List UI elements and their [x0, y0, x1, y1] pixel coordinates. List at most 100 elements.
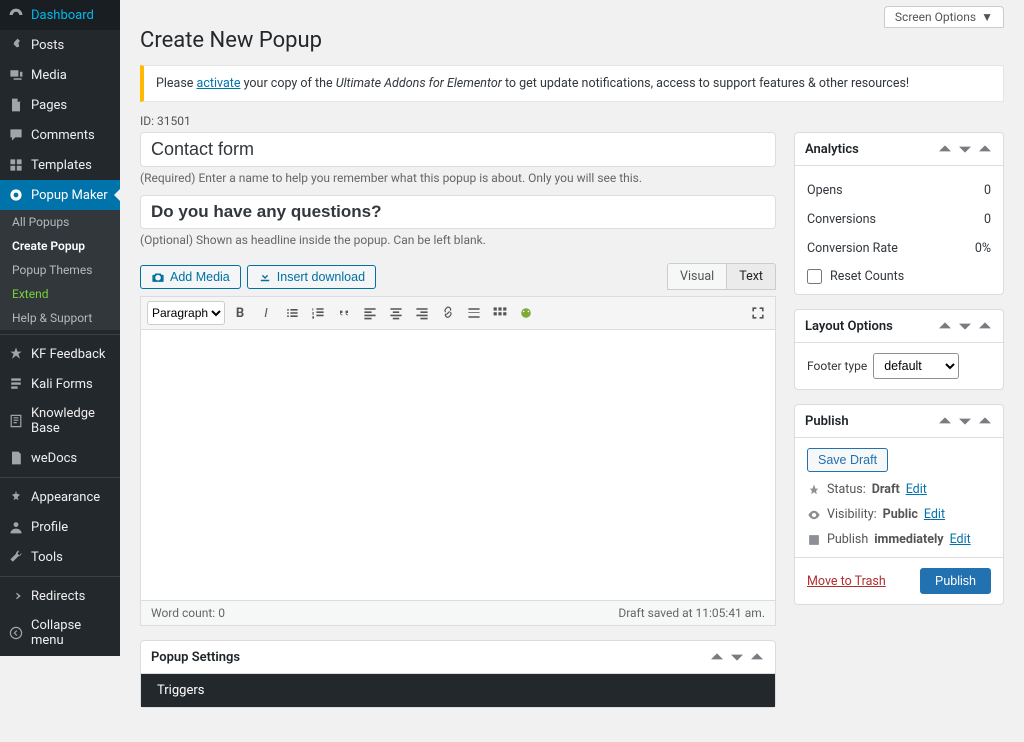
add-media-button[interactable]: Add Media: [140, 265, 241, 289]
sidebar-item-popup-maker[interactable]: Popup Maker: [0, 180, 120, 210]
pin-icon: [807, 483, 821, 497]
sidebar-item-redirects[interactable]: Redirects: [0, 581, 120, 611]
sidebar-item-label: Posts: [31, 38, 64, 53]
sidebar-item-knowledge-base[interactable]: Knowledge Base: [0, 399, 120, 443]
link-button[interactable]: [437, 302, 459, 324]
edit-visibility-link[interactable]: Edit: [924, 507, 945, 522]
sidebar-item-pages[interactable]: Pages: [0, 90, 120, 120]
panel-move-down-button[interactable]: [957, 413, 973, 429]
reset-counts-label: Reset Counts: [830, 269, 904, 284]
page-icon: [8, 97, 24, 113]
analytics-panel: Analytics Opens0 Conversions0 Conversion…: [794, 132, 1004, 295]
fullscreen-button[interactable]: [747, 302, 769, 324]
popup-name-input[interactable]: [140, 132, 776, 167]
popup-name-hint: (Required) Enter a name to help you reme…: [140, 171, 776, 185]
sidebar-item-label: Media: [31, 68, 67, 83]
main-content: Screen Options ▼ Create New Popup Please…: [120, 0, 1024, 742]
panel-toggle-button[interactable]: [977, 413, 993, 429]
publish-panel: Publish Save Draft Status: Draft Edit: [794, 404, 1004, 605]
sidebar-item-profile[interactable]: Profile: [0, 512, 120, 542]
sidebar-item-kali-forms[interactable]: Kali Forms: [0, 369, 120, 399]
editor-tab-visual[interactable]: Visual: [667, 263, 726, 290]
popup-settings-title: Popup Settings: [151, 650, 240, 665]
rate-label: Conversion Rate: [807, 241, 898, 256]
number-list-button[interactable]: [307, 302, 329, 324]
sidebar-item-templates[interactable]: Templates: [0, 150, 120, 180]
visibility-value: Public: [883, 507, 918, 522]
panel-toggle-button[interactable]: [977, 318, 993, 334]
panel-toggle-button[interactable]: [977, 141, 993, 157]
bullet-list-button[interactable]: [281, 302, 303, 324]
sidebar-item-label: KF Feedback: [31, 347, 106, 362]
readmore-button[interactable]: [463, 302, 485, 324]
conversions-value: 0: [984, 212, 991, 227]
save-draft-button[interactable]: Save Draft: [807, 448, 888, 472]
sidebar-item-media[interactable]: Media: [0, 60, 120, 90]
opens-label: Opens: [807, 183, 843, 198]
panel-move-up-button[interactable]: [709, 649, 725, 665]
reset-counts-checkbox[interactable]: [807, 269, 822, 284]
align-left-button[interactable]: [359, 302, 381, 324]
panel-move-down-button[interactable]: [957, 141, 973, 157]
popup-settings-tab-triggers[interactable]: Triggers: [141, 674, 220, 707]
submenu-item-create-popup[interactable]: Create Popup: [0, 234, 120, 258]
collapse-icon: [8, 625, 24, 641]
panel-move-down-button[interactable]: [729, 649, 745, 665]
sidebar-item-label: Knowledge Base: [31, 406, 112, 436]
sidebar-item-kf-feedback[interactable]: KF Feedback: [0, 339, 120, 369]
sidebar-item-tools[interactable]: Tools: [0, 542, 120, 572]
footer-type-select[interactable]: default: [873, 353, 959, 379]
screen-options-button[interactable]: Screen Options ▼: [884, 6, 1004, 28]
submenu-item-all-popups[interactable]: All Popups: [0, 210, 120, 234]
panel-toggle-button[interactable]: [749, 649, 765, 665]
edit-schedule-link[interactable]: Edit: [950, 532, 971, 547]
profile-icon: [8, 519, 24, 535]
splitter-button[interactable]: [515, 302, 537, 324]
publish-button[interactable]: Publish: [920, 568, 991, 594]
templates-icon: [8, 157, 24, 173]
submenu-item-help-&-support[interactable]: Help & Support: [0, 306, 120, 330]
align-right-button[interactable]: [411, 302, 433, 324]
submenu-item-popup-themes[interactable]: Popup Themes: [0, 258, 120, 282]
submenu-item-extend[interactable]: Extend: [0, 282, 120, 306]
activate-link[interactable]: activate: [197, 76, 241, 91]
rate-value: 0%: [975, 241, 991, 256]
footer-type-label: Footer type: [807, 359, 867, 373]
sidebar-item-wedocs[interactable]: weDocs: [0, 443, 120, 473]
sidebar-item-collapse-menu[interactable]: Collapse menu: [0, 611, 120, 655]
edit-status-link[interactable]: Edit: [906, 482, 927, 497]
popup-headline-input[interactable]: [140, 195, 776, 229]
format-select[interactable]: Paragraph: [147, 301, 225, 325]
insert-download-button[interactable]: Insert download: [247, 265, 376, 289]
blockquote-button[interactable]: [333, 302, 355, 324]
panel-move-up-button[interactable]: [937, 318, 953, 334]
popup-settings-panel: Popup Settings Triggers: [140, 640, 776, 708]
page-title: Create New Popup: [140, 28, 1004, 53]
toolbar-toggle-button[interactable]: [489, 302, 511, 324]
editor-tab-text[interactable]: Text: [726, 263, 776, 290]
bold-button[interactable]: B: [229, 302, 251, 324]
italic-button[interactable]: I: [255, 302, 277, 324]
word-count: Word count: 0: [151, 606, 225, 620]
conversions-label: Conversions: [807, 212, 876, 227]
panel-move-up-button[interactable]: [937, 141, 953, 157]
sidebar-item-comments[interactable]: Comments: [0, 120, 120, 150]
status-value: Draft: [872, 482, 900, 497]
editor-toolbar: Paragraph B I: [141, 297, 775, 330]
appearance-icon: [8, 489, 24, 505]
panel-move-down-button[interactable]: [957, 318, 973, 334]
sidebar-item-appearance[interactable]: Appearance: [0, 482, 120, 512]
editor-textarea[interactable]: [141, 330, 775, 600]
editor-container: Paragraph B I: [140, 296, 776, 626]
sidebar-item-dashboard[interactable]: Dashboard: [0, 0, 120, 30]
sidebar-item-label: Appearance: [31, 490, 100, 505]
layout-panel: Layout Options Footer type default: [794, 309, 1004, 390]
panel-move-up-button[interactable]: [937, 413, 953, 429]
post-id: ID: 31501: [140, 114, 1004, 128]
pin-icon: [8, 37, 24, 53]
schedule-value: immediately: [874, 532, 943, 547]
download-icon: [258, 270, 272, 284]
align-center-button[interactable]: [385, 302, 407, 324]
sidebar-item-posts[interactable]: Posts: [0, 30, 120, 60]
move-to-trash-link[interactable]: Move to Trash: [807, 574, 886, 589]
